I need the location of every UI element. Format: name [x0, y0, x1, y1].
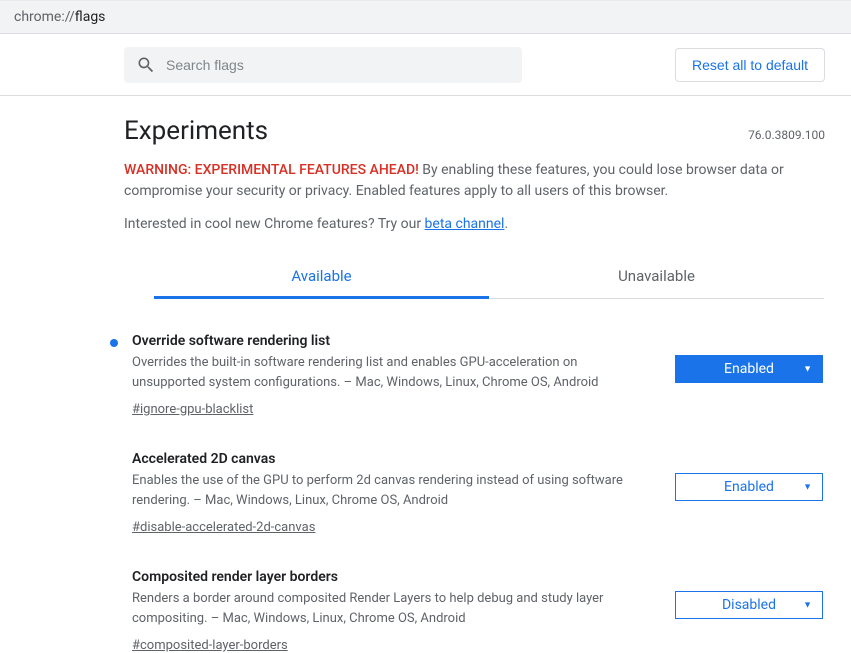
flag-state-select[interactable]: Enabled ▼ — [675, 355, 823, 383]
flag-title: Accelerated 2D canvas — [132, 451, 651, 467]
url-prefix: chrome:// — [14, 9, 75, 25]
beta-channel-link[interactable]: beta channel — [425, 216, 505, 232]
flag-hash-link[interactable]: #composited-layer-borders — [132, 638, 288, 653]
url-bar[interactable]: chrome://flags — [0, 0, 851, 34]
flag-row: Composited render layer borders Renders … — [124, 569, 825, 653]
interest-prefix: Interested in cool new Chrome features? … — [124, 216, 425, 232]
page-title: Experiments — [124, 116, 268, 146]
flag-hash-link[interactable]: #disable-accelerated-2d-canvas — [132, 520, 315, 535]
flags-list: Override software rendering list Overrid… — [124, 333, 825, 653]
reset-all-button[interactable]: Reset all to default — [675, 48, 825, 82]
flag-state-select[interactable]: Disabled ▼ — [675, 591, 823, 619]
flag-row: Override software rendering list Overrid… — [124, 333, 825, 417]
flag-title: Composited render layer borders — [132, 569, 651, 585]
toolbar: Reset all to default — [0, 34, 851, 96]
content: Experiments 76.0.3809.100 WARNING: EXPER… — [0, 96, 851, 653]
flag-state-value: Enabled — [724, 479, 774, 495]
chevron-down-icon: ▼ — [803, 482, 812, 493]
flag-state-value: Disabled — [722, 597, 776, 613]
flag-title: Override software rendering list — [132, 333, 651, 349]
flag-state-select[interactable]: Enabled ▼ — [675, 473, 823, 501]
warning-block: WARNING: EXPERIMENTAL FEATURES AHEAD! By… — [124, 160, 804, 202]
search-input[interactable] — [166, 57, 510, 73]
chevron-down-icon: ▼ — [803, 600, 812, 611]
warning-headline: WARNING: EXPERIMENTAL FEATURES AHEAD! — [124, 162, 419, 178]
flag-description: Renders a border around composited Rende… — [132, 589, 634, 628]
url-suffix: flags — [75, 9, 106, 25]
tab-unavailable[interactable]: Unavailable — [489, 254, 824, 298]
search-container — [124, 47, 522, 83]
modified-indicator-icon — [110, 339, 118, 347]
flag-description: Overrides the built-in software renderin… — [132, 353, 634, 392]
flag-description: Enables the use of the GPU to perform 2d… — [132, 471, 634, 510]
tabs: Available Unavailable — [154, 254, 824, 299]
flag-state-value: Enabled — [724, 361, 774, 377]
interest-suffix: . — [504, 216, 508, 232]
version-label: 76.0.3809.100 — [748, 128, 825, 142]
chevron-down-icon: ▼ — [803, 364, 812, 375]
flag-row: Accelerated 2D canvas Enables the use of… — [124, 451, 825, 535]
interest-block: Interested in cool new Chrome features? … — [124, 216, 825, 232]
search-icon — [136, 55, 156, 75]
flag-hash-link[interactable]: #ignore-gpu-blacklist — [132, 402, 253, 417]
tab-available[interactable]: Available — [154, 254, 489, 298]
